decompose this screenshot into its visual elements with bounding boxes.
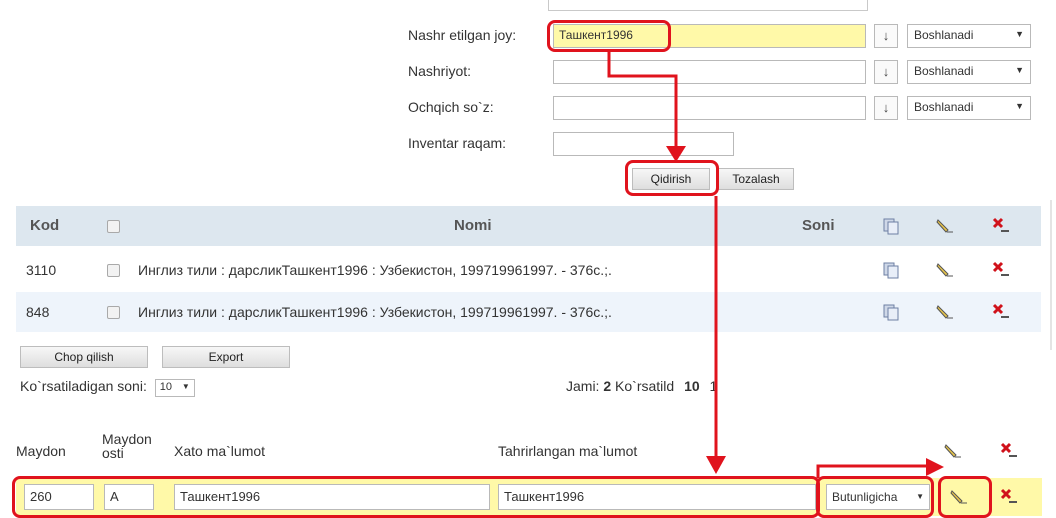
annotation-arrows: [607, 52, 944, 478]
arrow-to-save: [816, 464, 930, 478]
arrow-to-search: [607, 52, 678, 150]
